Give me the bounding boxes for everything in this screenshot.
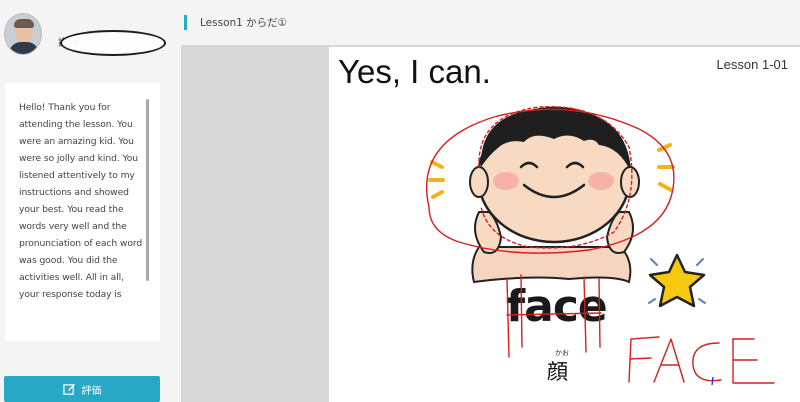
- evaluate-button[interactable]: 評価: [4, 376, 160, 402]
- header-accent-bar: [184, 14, 187, 30]
- feedback-text: Hello! Thank you for attending the lesso…: [19, 102, 143, 299]
- lesson-title: Lesson1 からだ①: [200, 16, 288, 29]
- vocab-kanji: 顔: [547, 360, 568, 384]
- lesson-header: Lesson1 からだ①: [184, 14, 287, 30]
- sidebar: 講師 Hello! Thank you for attending the le…: [0, 0, 170, 402]
- evaluate-button-label: 評価: [81, 385, 102, 397]
- edit-icon: [62, 383, 75, 395]
- vocab-word: face: [506, 281, 608, 332]
- feedback-scrollbar[interactable]: [146, 99, 149, 281]
- lesson-page: 講師 Hello! Thank you for attending the le…: [0, 0, 800, 402]
- feedback-card: Hello! Thank you for attending the lesso…: [5, 83, 160, 341]
- teacher-name-redaction: [60, 30, 166, 56]
- slide[interactable]: Yes, I can. Lesson 1-01 face かお 顔: [329, 47, 800, 402]
- teacher-avatar: [4, 13, 42, 55]
- star-icon: [648, 253, 706, 308]
